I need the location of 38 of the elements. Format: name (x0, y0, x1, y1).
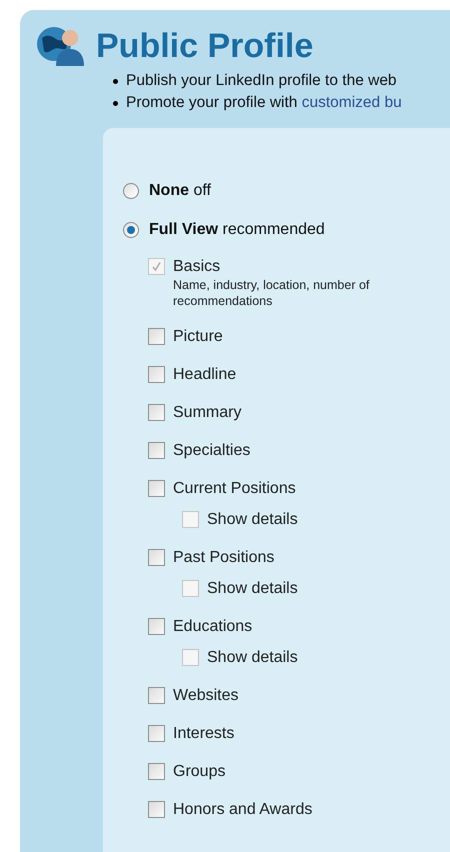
checkbox[interactable] (148, 366, 165, 383)
checkbox-label: Summary (173, 403, 242, 423)
checkbox[interactable] (148, 328, 165, 345)
checkbox[interactable] (148, 687, 165, 704)
checkbox-label: Groups (173, 762, 226, 782)
checkbox[interactable] (148, 442, 165, 459)
checkbox[interactable] (148, 725, 165, 742)
radio-label: Full View recommended (149, 220, 325, 240)
checkbox-label: Basics (173, 257, 222, 277)
checkbox-label: Show details (207, 579, 298, 599)
checkbox[interactable] (148, 480, 165, 497)
radio-label: None off (149, 180, 211, 200)
checkbox-label: Past Positions (173, 548, 274, 568)
bullet-icon (113, 100, 118, 106)
checkbox-label: Educations (173, 617, 252, 637)
checkbox[interactable] (148, 549, 165, 566)
checkmark-icon (151, 261, 162, 272)
bullet-text: Promote your profile with customized bu (126, 93, 402, 113)
radio-button[interactable] (123, 182, 139, 198)
bullet-icon (113, 78, 118, 84)
checkbox-label: Current Positions (173, 479, 296, 499)
checkbox-label: Headline (173, 365, 236, 385)
checkbox[interactable] (148, 404, 165, 421)
page-title: Public Profile (96, 26, 314, 66)
field-description: Name, industry, location, number of recommendations (173, 277, 370, 309)
checkbox-label: Show details (207, 510, 298, 530)
checkbox-label: Specialties (173, 441, 250, 461)
checkbox-label: Show details (207, 648, 298, 668)
checkbox[interactable] (148, 801, 165, 818)
checkbox-label: Honors and Awards (173, 800, 312, 820)
radio-button[interactable] (123, 222, 139, 238)
checkbox-label: Websites (173, 686, 239, 706)
bullet-text: Publish your LinkedIn profile to the web (126, 71, 397, 91)
checkbox-label: Picture (173, 327, 223, 347)
customize-link[interactable]: customized bu (302, 94, 402, 111)
checkbox[interactable] (148, 618, 165, 635)
checkbox-label: Interests (173, 724, 234, 744)
checkbox[interactable] (148, 763, 165, 780)
